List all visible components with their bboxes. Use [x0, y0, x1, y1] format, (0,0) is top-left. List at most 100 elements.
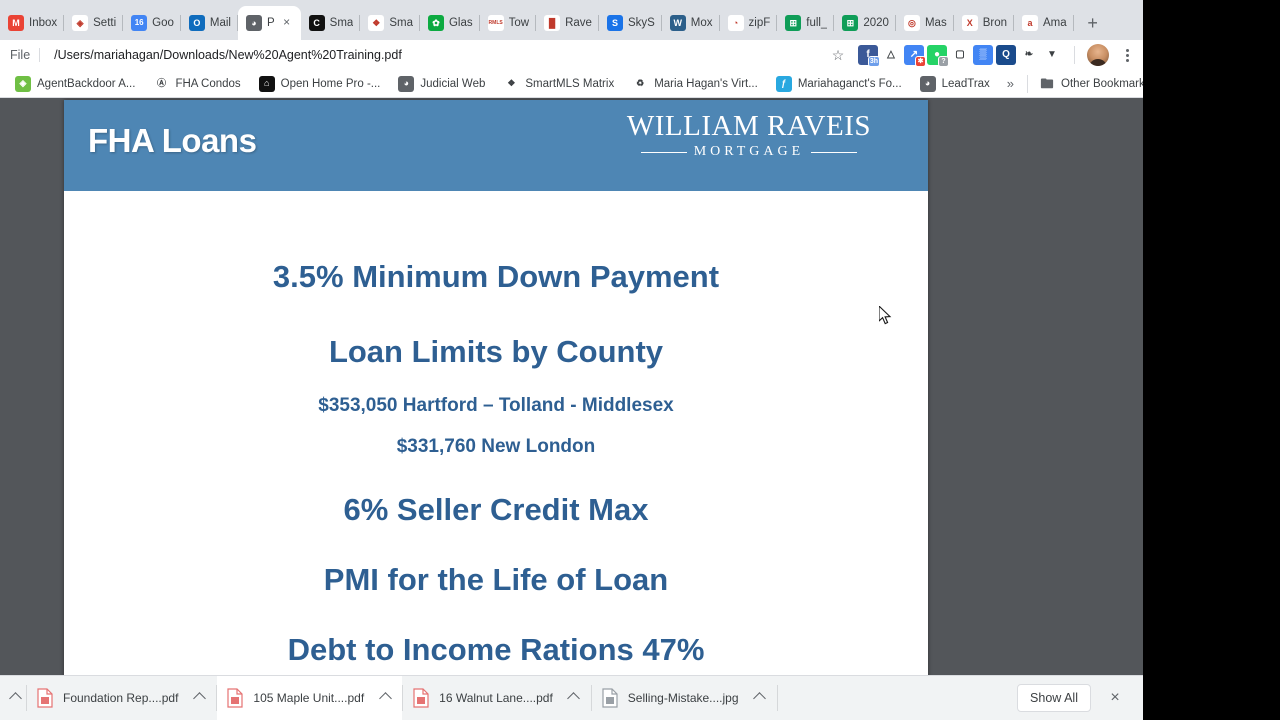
browser-tab-15[interactable]: ◎ Mas: [896, 6, 954, 40]
bookmark-item-0[interactable]: ◈ AgentBackdoor A...: [6, 73, 144, 95]
bookmark-label: SmartMLS Matrix: [525, 77, 615, 90]
seal-icon: ◎: [903, 15, 920, 31]
bookmark-label: AgentBackdoor A...: [37, 77, 136, 90]
download-divider: [776, 685, 778, 711]
tab-label: Mas: [924, 17, 947, 29]
logo-company-name: WILLIAM RAVEIS: [626, 110, 871, 142]
screenshot-camera-extension[interactable]: ▢: [950, 45, 970, 65]
grid-apps-extension[interactable]: ▒: [973, 45, 993, 65]
download-item-3[interactable]: Selling-Mistake....jpg: [592, 676, 777, 720]
google-drive-extension[interactable]: △: [881, 45, 901, 65]
bookmarks-overflow-button[interactable]: »: [999, 76, 1022, 91]
crescent-icon: C: [308, 15, 325, 31]
bookmark-favicon: ⌂: [258, 75, 275, 92]
bookmark-item-2[interactable]: ⌂ Open Home Pro -...: [250, 73, 390, 95]
pdf-line-hartford-limit: $353,050 Hartford – Tolland - Middlesex: [318, 395, 674, 416]
tab-label: SkyS: [627, 17, 655, 29]
screen-root: M Inbox ◈ Setti 16 Goo O Mail ◕ P × C Sma ❖ Sma ✿ Glas RM…: [0, 0, 1280, 720]
pdf-viewer[interactable]: FHA Loans WILLIAM RAVEIS MORTGAGE 3.5% M…: [0, 98, 1143, 715]
other-bookmarks-label: Other Bookmarks: [1061, 77, 1143, 90]
bookmark-item-6[interactable]: ƒ Mariahaganct's Fo...: [767, 73, 911, 95]
browser-tab-1[interactable]: ◈ Setti: [64, 6, 124, 40]
browser-tab-11[interactable]: W Mox: [662, 6, 720, 40]
bookmark-item-1[interactable]: Ⓐ FHA Condos: [144, 73, 249, 95]
profile-avatar[interactable]: [1087, 44, 1109, 66]
download-menu-chevron[interactable]: [749, 692, 771, 705]
browser-tab-13[interactable]: ⊞ full_: [777, 6, 835, 40]
new-tab-button[interactable]: +: [1079, 9, 1107, 37]
sheets-icon: ⊞: [842, 15, 859, 31]
browser-tab-6[interactable]: ❖ Sma: [360, 6, 420, 40]
tab-close-icon[interactable]: ×: [280, 16, 294, 30]
download-menu-chevron[interactable]: [188, 692, 210, 705]
tab-label: Sma: [389, 17, 413, 29]
bookmark-item-3[interactable]: ◕ Judicial Web: [389, 73, 494, 95]
glassdoor-icon: ✿: [427, 15, 444, 31]
download-menu-chevron[interactable]: [563, 692, 585, 705]
close-shelf-icon[interactable]: ×: [1101, 684, 1129, 712]
tab-label: Inbox: [29, 17, 58, 29]
facebook-pixel-extension[interactable]: f 3h: [858, 45, 880, 67]
logo-rule-left: [640, 151, 687, 154]
chrome-menu-icon[interactable]: [1117, 48, 1137, 62]
logo-subtitle: MORTGAGE: [693, 144, 805, 160]
shelf-leading-chevron[interactable]: [4, 692, 26, 705]
bookmark-item-4[interactable]: ❖ SmartMLS Matrix: [494, 73, 623, 95]
browser-tab-12[interactable]: ◔ zipF: [720, 6, 778, 40]
whatsapp-extension[interactable]: ●?: [927, 45, 949, 67]
show-all-downloads-button[interactable]: Show All: [1017, 684, 1091, 712]
tab-label: Setti: [93, 17, 117, 29]
browser-tab-7[interactable]: ✿ Glas: [420, 6, 480, 40]
browser-tab-16[interactable]: X Bron: [954, 6, 1014, 40]
download-item-1[interactable]: 105 Maple Unit....pdf: [217, 675, 403, 720]
browser-tab-5[interactable]: C Sma: [301, 6, 361, 40]
extension-badge: ✱: [915, 56, 926, 67]
bookmark-favicon: ❖: [503, 75, 520, 92]
sheets-icon: ⊞: [785, 15, 802, 31]
folder-icon: 🖿: [1039, 75, 1056, 92]
pdf-line-seller-credit: 6% Seller Credit Max: [343, 492, 649, 527]
pdf-file-icon: [227, 688, 244, 708]
other-bookmarks-folder[interactable]: 🖿 Other Bookmarks: [1033, 75, 1143, 92]
bookmark-favicon: ƒ: [775, 75, 792, 92]
download-item-2[interactable]: 16 Walnut Lane....pdf: [403, 676, 591, 720]
download-item-0[interactable]: Foundation Rep....pdf: [27, 676, 216, 720]
owl-extension[interactable]: ▼: [1042, 45, 1062, 65]
bookmark-item-7[interactable]: ◕ LeadTrax: [911, 73, 999, 95]
browser-tab-17[interactable]: a Ama: [1014, 6, 1074, 40]
bookmarks-divider: [1027, 74, 1029, 93]
quora-extension[interactable]: Q: [996, 45, 1016, 65]
browser-tab-8[interactable]: RMLS Tow: [480, 6, 537, 40]
bookmark-favicon: Ⓐ: [153, 75, 170, 92]
bookmark-label: Mariahaganct's Fo...: [797, 77, 902, 90]
bookmark-item-5[interactable]: ♻ Maria Hagan's Virt...: [623, 73, 767, 95]
tab-label: Rave: [565, 17, 592, 29]
amazon-icon: a: [1022, 15, 1038, 31]
download-menu-chevron[interactable]: [374, 692, 396, 705]
wikipedia-icon: W: [669, 15, 686, 31]
url-scheme-label: File: [10, 48, 41, 62]
address-bar[interactable]: /Users/mariahagan/Downloads/New%20Agent%…: [48, 43, 818, 67]
browser-tab-9[interactable]: █ Rave: [536, 6, 599, 40]
browser-tab-2[interactable]: 16 Goo: [123, 6, 181, 40]
bookmark-star-icon[interactable]: ☆: [826, 43, 850, 67]
browser-tab-4[interactable]: ◕ P ×: [238, 6, 301, 40]
tab-strip: M Inbox ◈ Setti 16 Goo O Mail ◕ P × C Sma ❖ Sma ✿ Glas RM…: [0, 0, 1143, 40]
browser-tab-10[interactable]: S SkyS: [599, 6, 662, 40]
tab-label: Sma: [329, 17, 354, 29]
outlook-icon: O: [188, 15, 205, 31]
browser-tab-14[interactable]: ⊞ 2020: [834, 6, 896, 40]
toolbar-divider: [1074, 46, 1075, 64]
pdf-line-loan-limits: Loan Limits by County: [328, 334, 664, 369]
share-link-extension[interactable]: ↗ ✱: [904, 45, 926, 67]
browser-tab-0[interactable]: M Inbox: [0, 6, 65, 40]
pdf-file-icon: [413, 688, 429, 708]
tab-label: 2020: [863, 17, 889, 29]
gmail-icon: M: [8, 15, 24, 31]
browser-tab-3[interactable]: O Mail: [181, 6, 238, 40]
tab-label: Mail: [209, 17, 231, 29]
evernote-extension[interactable]: ❧: [1019, 45, 1039, 65]
url-text[interactable]: /Users/mariahagan/Downloads/New%20Agent%…: [54, 48, 402, 62]
pdf-line-newlondon-limit: $331,760 New London: [396, 436, 596, 457]
bookmark-favicon: ◕: [919, 75, 936, 92]
